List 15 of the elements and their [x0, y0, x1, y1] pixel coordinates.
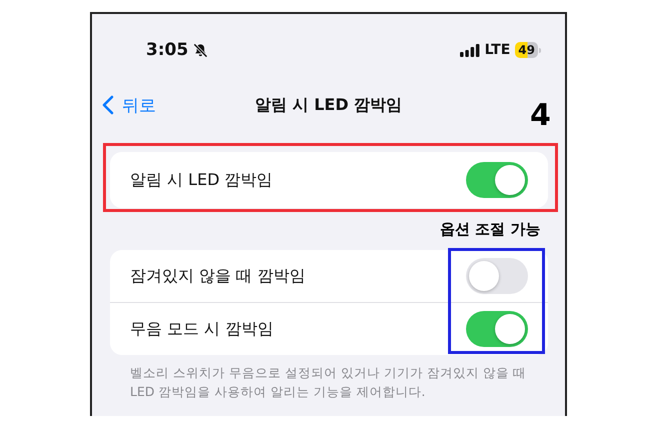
- setting-label: 잠겨있지 않을 때 깜박임: [130, 266, 306, 286]
- annotation-note: 옵션 조절 가능: [440, 220, 540, 239]
- page-title: 알림 시 LED 깜박임: [254, 94, 402, 116]
- setting-label: 무음 모드 시 깜박임: [130, 318, 274, 340]
- status-time: 3:05: [146, 40, 188, 60]
- setting-label: 알림 시 LED 깜박임: [130, 170, 273, 190]
- signal-icon: [460, 44, 480, 56]
- step-number: 4: [530, 98, 551, 133]
- toggle-switch[interactable]: [466, 162, 528, 198]
- footer-note: 벨소리 스위치가 무음으로 설정되어 있거나 기기가 잠겨있지 않을 때 LED 깜박임을 사용하여 알리는 기능을 제어합니다.: [130, 364, 527, 401]
- chevron-left-icon: [102, 95, 114, 115]
- toggle-switch[interactable]: [466, 311, 528, 347]
- network-label: LTE: [484, 42, 510, 58]
- back-button[interactable]: 뒤로: [102, 94, 156, 116]
- toggle-switch[interactable]: [466, 258, 528, 294]
